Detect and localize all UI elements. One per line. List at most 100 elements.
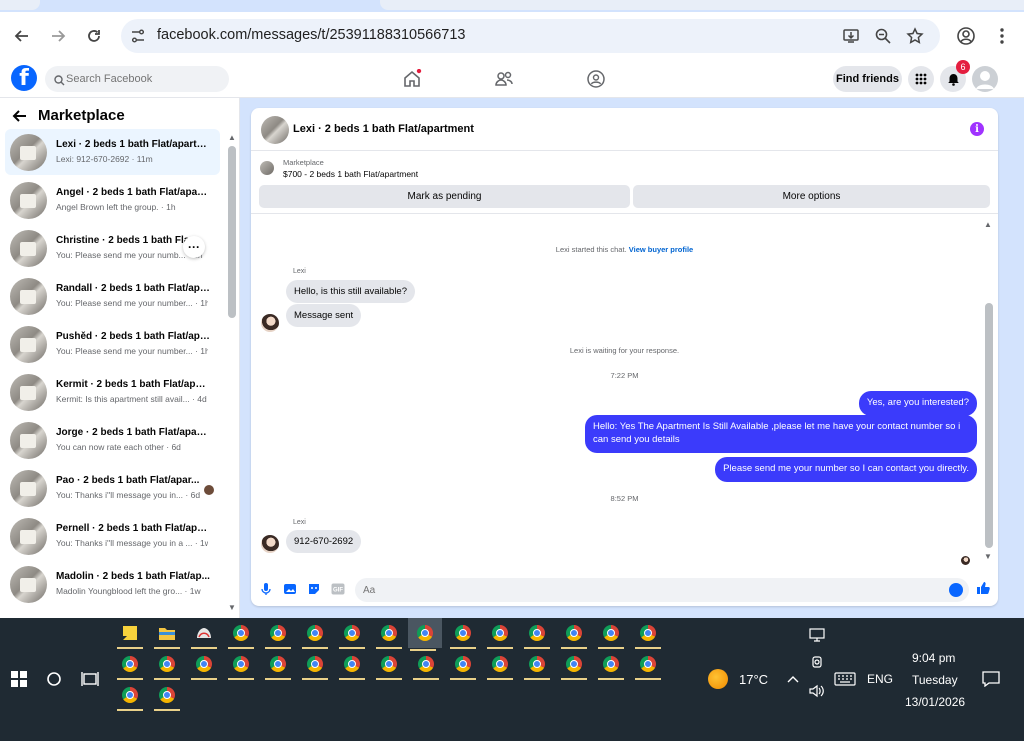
language-indicator[interactable]: ENG	[867, 672, 893, 686]
info-icon[interactable]: i	[970, 122, 984, 136]
chrome-icon[interactable]	[596, 620, 626, 649]
chrome-icon[interactable]	[411, 651, 441, 680]
clock-day[interactable]: Tuesday	[912, 673, 958, 687]
chrome-icon[interactable]	[189, 651, 219, 680]
chevron-up-icon[interactable]	[781, 666, 805, 692]
conversation-item[interactable]: Christine · 2 beds 1 bath Fla... You: Pl…	[5, 225, 220, 271]
browser-tab-active[interactable]	[380, 0, 1024, 10]
chrome-icon[interactable]	[485, 651, 515, 680]
zoom-icon[interactable]	[873, 26, 893, 46]
chrome-icon[interactable]	[374, 620, 404, 649]
conversation-item[interactable]: Randall · 2 beds 1 bath Flat/apa... You:…	[5, 273, 220, 319]
chrome-icon[interactable]	[115, 682, 145, 711]
search-input[interactable]	[66, 66, 221, 92]
chrome-icon[interactable]	[633, 620, 663, 649]
conversation-item[interactable]: Madolin · 2 beds 1 bath Flat/ap... Madol…	[5, 561, 220, 607]
sidebar-scrollbar[interactable]	[228, 146, 236, 318]
more-options-button[interactable]: More options	[633, 185, 990, 208]
weather-temperature[interactable]: 17°C	[739, 672, 768, 687]
chrome-icon[interactable]	[152, 682, 182, 711]
forward-icon[interactable]	[46, 24, 70, 48]
chrome-icon[interactable]	[152, 651, 182, 680]
chrome-icon[interactable]	[448, 620, 478, 649]
chrome-icon[interactable]	[226, 620, 256, 649]
weather-sun-icon[interactable]	[706, 666, 730, 692]
task-view-icon[interactable]	[75, 666, 105, 692]
friends-icon[interactable]	[493, 68, 515, 90]
conversation-item[interactable]: Pao · 2 beds 1 bath Flat/apar... You: Th…	[5, 465, 220, 511]
menu-grid-icon[interactable]	[908, 66, 934, 92]
chrome-icon[interactable]	[522, 651, 552, 680]
chrome-icon[interactable]	[263, 620, 293, 649]
volume-icon[interactable]	[806, 678, 828, 704]
chrome-icon[interactable]	[448, 651, 478, 680]
clock-time[interactable]: 9:04 pm	[912, 651, 955, 665]
bookmark-star-icon[interactable]	[905, 26, 925, 46]
fb-search-box[interactable]	[45, 66, 229, 92]
view-buyer-profile-link[interactable]: View buyer profile	[629, 245, 693, 254]
chrome-icon[interactable]	[596, 651, 626, 680]
listing-avatar[interactable]	[261, 116, 289, 144]
chrome-icon[interactable]	[226, 651, 256, 680]
microphone-icon[interactable]	[259, 582, 273, 596]
scroll-down-arrow[interactable]: ▼	[984, 552, 992, 561]
chrome-icon-active[interactable]	[408, 618, 442, 651]
sticky-notes-icon[interactable]	[115, 620, 145, 649]
conversation-item[interactable]: Kermit · 2 beds 1 bath Flat/apart... Ker…	[5, 369, 220, 415]
conversation-item[interactable]: Jorge · 2 beds 1 bath Flat/apart... You …	[5, 417, 220, 463]
chrome-icon[interactable]	[485, 620, 515, 649]
clock-date[interactable]: 13/01/2026	[905, 695, 965, 709]
camera-privacy-icon[interactable]	[806, 650, 828, 676]
emoji-icon[interactable]	[949, 583, 963, 597]
groups-icon[interactable]	[585, 68, 607, 90]
scroll-up-arrow[interactable]: ▲	[228, 133, 236, 142]
chrome-icon[interactable]	[559, 620, 589, 649]
conversation-item[interactable]: Pushěd · 2 beds 1 bath Flat/apa... You: …	[5, 321, 220, 367]
file-explorer-icon[interactable]	[152, 620, 182, 649]
facebook-logo[interactable]: f	[11, 65, 37, 91]
sender-avatar[interactable]	[261, 535, 279, 553]
mark-as-pending-button[interactable]: Mark as pending	[259, 185, 630, 208]
browser-tab[interactable]	[0, 0, 40, 10]
windows-start-icon[interactable]	[4, 666, 34, 692]
chrome-icon[interactable]	[559, 651, 589, 680]
chrome-icon[interactable]	[337, 620, 367, 649]
search-circle-icon[interactable]	[39, 666, 69, 692]
chrome-icon[interactable]	[115, 651, 145, 680]
chat-scrollbar[interactable]	[985, 303, 993, 548]
back-arrow-icon[interactable]	[12, 108, 30, 126]
conversation-item[interactable]: Pernell · 2 beds 1 bath Flat/apa... You:…	[5, 513, 220, 559]
chat-title[interactable]: Lexi · 2 beds 1 bath Flat/apartment	[293, 123, 474, 135]
conversation-item[interactable]: Lexi · 2 beds 1 bath Flat/apartm... Lexi…	[5, 129, 220, 175]
sticker-icon[interactable]	[307, 582, 321, 596]
notification-center-icon[interactable]	[978, 666, 1004, 692]
sender-avatar[interactable]	[261, 314, 279, 332]
find-friends-button[interactable]: Find friends	[833, 66, 902, 92]
message-input[interactable]	[355, 578, 969, 602]
gif-icon[interactable]: GIF	[331, 582, 345, 596]
more-options-icon[interactable]: ···	[183, 236, 205, 258]
chrome-icon[interactable]	[263, 651, 293, 680]
chrome-icon[interactable]	[300, 620, 330, 649]
back-icon[interactable]	[10, 24, 34, 48]
account-avatar[interactable]	[972, 66, 998, 92]
url-text[interactable]: facebook.com/messages/t/2539118831056671…	[157, 27, 466, 43]
chrome-icon[interactable]	[633, 651, 663, 680]
scroll-up-arrow[interactable]: ▲	[984, 220, 992, 229]
chrome-icon[interactable]	[300, 651, 330, 680]
thumbs-up-icon[interactable]	[976, 581, 990, 595]
keyboard-icon[interactable]	[832, 666, 858, 692]
app-icon[interactable]	[189, 620, 219, 649]
profile-icon[interactable]	[954, 24, 978, 48]
scroll-down-arrow[interactable]: ▼	[228, 603, 236, 612]
conversation-item[interactable]: Angel · 2 beds 1 bath Flat/apart... Ange…	[5, 177, 220, 223]
home-icon[interactable]	[401, 68, 423, 90]
install-app-icon[interactable]	[841, 26, 861, 46]
reload-icon[interactable]	[82, 24, 106, 48]
listing-price[interactable]: $700 - 2 beds 1 bath Flat/apartment	[283, 169, 418, 179]
chrome-icon[interactable]	[522, 620, 552, 649]
network-icon[interactable]	[806, 622, 828, 648]
chrome-icon[interactable]	[337, 651, 367, 680]
browser-menu-icon[interactable]	[990, 24, 1014, 48]
chrome-icon[interactable]	[374, 651, 404, 680]
